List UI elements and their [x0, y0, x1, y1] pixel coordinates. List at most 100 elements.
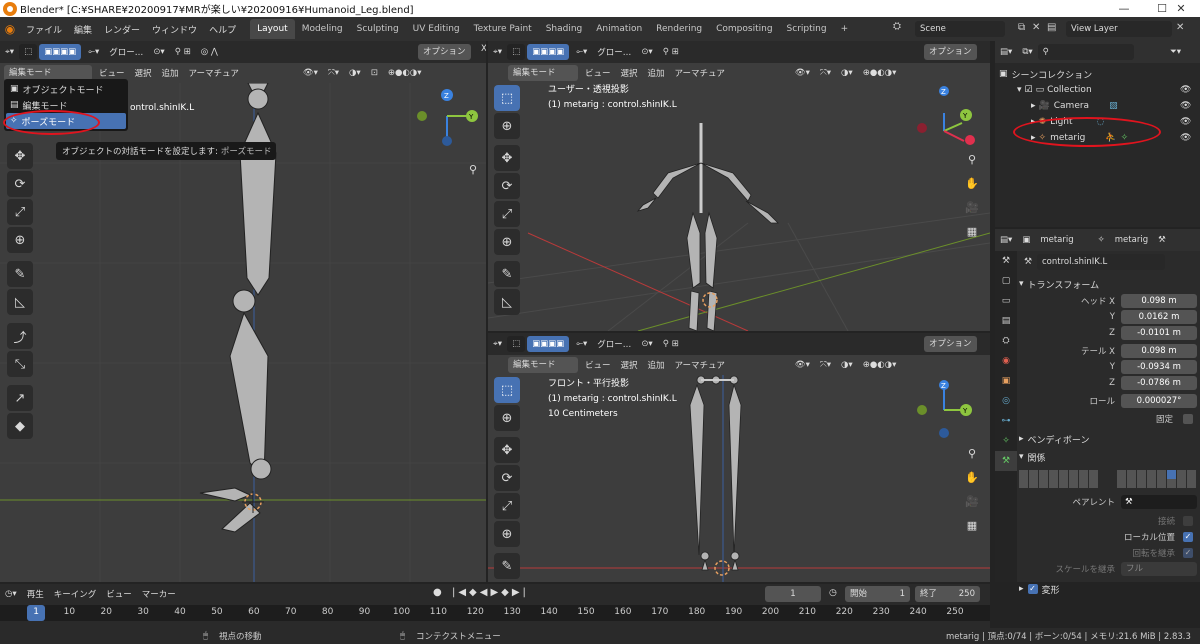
pivot-point-icon[interactable]: ⊙▾: [636, 339, 657, 349]
menu-select[interactable]: 選択: [130, 67, 157, 79]
bone-name-field[interactable]: control.shinIK.L: [1037, 254, 1165, 270]
playback-controls-icon[interactable]: |◀◆◀▶◆▶|: [452, 587, 529, 598]
zoom-icon[interactable]: ⚲: [463, 159, 483, 179]
measure-tool-icon[interactable]: ◺: [494, 289, 520, 315]
tab-texture-paint[interactable]: Texture Paint: [467, 19, 539, 39]
transform-tool-icon[interactable]: ⊕: [494, 521, 520, 547]
orientation-global-dropdown[interactable]: グロー…: [592, 46, 636, 58]
tweak-tool-icon[interactable]: ⬚: [19, 44, 38, 60]
tab-modeling[interactable]: Modeling: [295, 19, 350, 39]
tab-scripting[interactable]: Scripting: [780, 19, 834, 39]
editor-type-icon[interactable]: ⌖▾: [0, 47, 19, 57]
tab-animation[interactable]: Animation: [589, 19, 649, 39]
display-mode-icon[interactable]: ⧉▾: [1017, 47, 1037, 57]
annotate-tool-icon[interactable]: ✎: [494, 553, 520, 579]
menu-view[interactable]: ビュー: [580, 67, 616, 79]
visibility-icon[interactable]: 👁▾: [790, 68, 815, 78]
select-mode-icon[interactable]: ▣▣▣▣: [527, 336, 570, 352]
minimize-button[interactable]: —: [1105, 0, 1143, 17]
overlay-icon[interactable]: ◑▾: [836, 68, 858, 78]
outliner-search-input[interactable]: ⚲: [1037, 44, 1134, 60]
gizmo-icon[interactable]: ⤧▾: [815, 68, 836, 78]
outliner-row-camera[interactable]: ▸ 🎥 Camera ▧ 👁: [995, 98, 1200, 114]
inherit-rotation-checkbox[interactable]: ✓: [1183, 547, 1193, 558]
eye-icon[interactable]: 👁: [1180, 133, 1191, 143]
transform-orientation-icon[interactable]: ⟜▾: [83, 47, 104, 57]
local-location-checkbox[interactable]: ✓: [1183, 531, 1193, 542]
x-mirror-label[interactable]: X: [476, 44, 486, 54]
timeline-ruler[interactable]: 1 10 20 30 40 50 60 70 80 90 100 110 120 130 140 150 160…: [0, 605, 990, 621]
properties-editor-type-icon[interactable]: ▤▾: [995, 235, 1017, 245]
select-box-tool-icon[interactable]: ⬚: [494, 377, 520, 403]
tweak-tool-icon[interactable]: ⬚: [507, 44, 526, 60]
tab-shading[interactable]: Shading: [539, 19, 590, 39]
expand-arrow-icon[interactable]: ▾: [1017, 85, 1022, 95]
connect-checkbox[interactable]: [1183, 515, 1193, 526]
panel-transform-header[interactable]: ▾ トランスフォーム: [1019, 275, 1197, 293]
options-dropdown[interactable]: オプション: [924, 44, 977, 60]
shading-modes-icon[interactable]: ⊕●◐◑▾: [383, 68, 427, 78]
overlay-icon[interactable]: ◑▾: [344, 68, 366, 78]
annotate-tool-icon[interactable]: ✎: [7, 261, 33, 287]
scene-selector[interactable]: Scene: [915, 21, 1005, 37]
visibility-icon[interactable]: 👁▾: [298, 68, 323, 78]
pivot-point-icon[interactable]: ⊙▾: [148, 47, 169, 57]
bone-layers-right[interactable]: [1117, 470, 1197, 488]
camera-view-icon[interactable]: 🎥: [962, 491, 982, 511]
options-dropdown[interactable]: オプション: [924, 336, 977, 352]
bone-size-tool-icon[interactable]: ⤡: [7, 351, 33, 377]
head-x-field[interactable]: 0.098 m: [1121, 293, 1197, 308]
transform-tool-icon[interactable]: ⊕: [494, 229, 520, 255]
playback-menu[interactable]: 再生: [22, 588, 49, 600]
start-frame-field[interactable]: 開始 1: [845, 586, 910, 602]
select-box-tool-icon[interactable]: ⬚: [494, 85, 520, 111]
menu-item-object-mode[interactable]: ▣ オブジェクトモード: [6, 81, 126, 97]
tail-x-field[interactable]: 0.098 m: [1121, 343, 1197, 358]
proportional-edit-icon[interactable]: ◎ ⋀: [196, 47, 223, 57]
marker-menu[interactable]: マーカー: [137, 588, 181, 600]
outliner-row-scene-collection[interactable]: ▣ シーンコレクション: [995, 66, 1200, 82]
tab-view-layer-icon[interactable]: ▤: [995, 311, 1017, 331]
options-dropdown[interactable]: オプション: [418, 44, 471, 60]
bone-layers[interactable]: [1019, 470, 1197, 488]
eye-icon[interactable]: 👁: [1180, 85, 1191, 95]
snap-icon[interactable]: ⚲ ⊞: [658, 339, 684, 349]
gizmo-icon[interactable]: ⤧▾: [323, 68, 344, 78]
menu-view[interactable]: ビュー: [580, 359, 616, 371]
menu-select[interactable]: 選択: [616, 67, 643, 79]
timeline-editor-type-icon[interactable]: ◷▾: [0, 589, 22, 599]
tab-uv-editing[interactable]: UV Editing: [406, 19, 467, 39]
transform-orientation-icon[interactable]: ⟜▾: [571, 339, 592, 349]
measure-tool-icon[interactable]: ◺: [7, 289, 33, 315]
user-viewport-canvas[interactable]: Z Y: [488, 83, 990, 331]
tab-physics-icon[interactable]: ◎: [995, 391, 1017, 411]
inherit-scale-dropdown[interactable]: フル: [1121, 561, 1197, 576]
tab-constraints-icon[interactable]: ⊶: [995, 411, 1017, 431]
perspective-toggle-icon[interactable]: ▦: [962, 515, 982, 535]
transform-orientation-icon[interactable]: ⟜▾: [571, 47, 592, 57]
tail-y-field[interactable]: -0.0934 m: [1121, 359, 1197, 374]
menu-view[interactable]: ビュー: [94, 67, 130, 79]
menu-armature[interactable]: アーマチュア: [184, 67, 244, 79]
editor-type-icon[interactable]: ⌖▾: [488, 47, 507, 57]
end-frame-field[interactable]: 終了 250: [915, 586, 980, 602]
roll-field[interactable]: 0.000027°: [1121, 393, 1197, 408]
tab-object-icon[interactable]: ▣: [995, 371, 1017, 391]
xray-icon[interactable]: ⊡: [366, 68, 383, 78]
rotate-tool-icon[interactable]: ⟳: [494, 465, 520, 491]
overlay-icon[interactable]: ◑▾: [836, 360, 858, 370]
tab-render-icon[interactable]: ▢: [995, 271, 1017, 291]
panel-relations-header[interactable]: ▾ 関係: [1019, 448, 1197, 466]
tab-tool-icon[interactable]: ⚒: [995, 251, 1017, 271]
tab-rendering[interactable]: Rendering: [649, 19, 709, 39]
scale-tool-icon[interactable]: ⤢: [7, 199, 33, 225]
scene-close-icon[interactable]: ✕: [1032, 22, 1040, 33]
orientation-global-dropdown[interactable]: グロー…: [104, 46, 148, 58]
pan-hand-icon[interactable]: ✋: [962, 173, 982, 193]
menu-window[interactable]: ウィンドウ: [146, 23, 203, 36]
filter-icon[interactable]: ⏷▾: [1165, 47, 1186, 57]
roll-tool-icon[interactable]: ⤴: [7, 323, 33, 349]
expand-arrow-icon[interactable]: ▸: [1031, 101, 1036, 111]
outliner-editor-type-icon[interactable]: ▤▾: [995, 47, 1017, 57]
parent-field[interactable]: ⚒: [1121, 494, 1197, 509]
